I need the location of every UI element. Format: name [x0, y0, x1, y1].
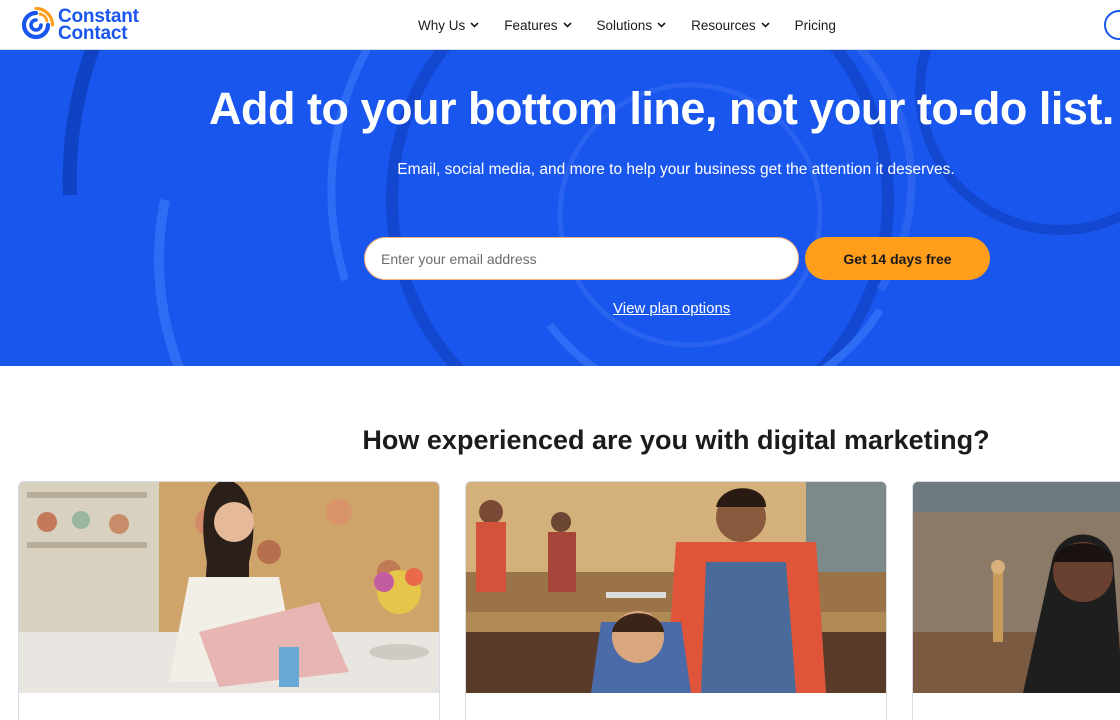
chevron-down-icon [657, 22, 666, 28]
nav-item-label: Solutions [596, 17, 653, 33]
brand-logo[interactable]: Constant Contact [18, 7, 139, 43]
main-nav: Why Us Features Solutions Resources Pric… [418, 0, 861, 50]
brand-line-2: Contact [58, 23, 128, 44]
nav-item-label: Features [504, 17, 558, 33]
nav-item-resources[interactable]: Resources [691, 18, 770, 33]
hero-subtitle: Email, social media, and more to help yo… [397, 161, 955, 178]
get-free-trial-button[interactable]: Get 14 days free [805, 237, 990, 280]
section-title: How experienced are you with digital mar… [362, 425, 990, 455]
nav-item-features[interactable]: Features [504, 17, 572, 33]
woman-in-cafe-photo [913, 482, 1120, 693]
chevron-down-icon [761, 22, 770, 28]
nav-item-solutions[interactable]: Solutions [597, 18, 667, 33]
nav-item-pricing[interactable]: Pricing [795, 18, 836, 33]
nav-item-label: Resources [691, 17, 756, 33]
chevron-down-icon [562, 22, 572, 28]
view-plan-options-link[interactable]: View plan options [613, 300, 730, 317]
barber-cutting-hair-photo [466, 482, 886, 693]
experience-card-1[interactable] [18, 481, 440, 720]
nav-item-label: Why Us [418, 17, 466, 33]
brand-wordmark: Constant Contact [58, 7, 139, 44]
experience-card-2[interactable] [465, 481, 887, 720]
nav-item-label: Pricing [794, 17, 836, 33]
woman-at-laptop-photo [19, 482, 439, 693]
account-icon[interactable] [1104, 10, 1120, 40]
experience-card-3[interactable] [912, 481, 1120, 720]
logo-mark-icon [21, 7, 54, 40]
page: Constant Contact Why Us Features Solutio… [0, 0, 1120, 720]
site-header: Constant Contact Why Us Features Solutio… [0, 0, 1120, 50]
nav-item-why-us[interactable]: Why Us [418, 18, 479, 33]
hero-title: Add to your bottom line, not your to-do … [209, 83, 1114, 134]
email-input[interactable] [364, 237, 799, 280]
chevron-down-icon [470, 22, 479, 28]
hero-banner: Add to your bottom line, not your to-do … [0, 50, 1120, 366]
